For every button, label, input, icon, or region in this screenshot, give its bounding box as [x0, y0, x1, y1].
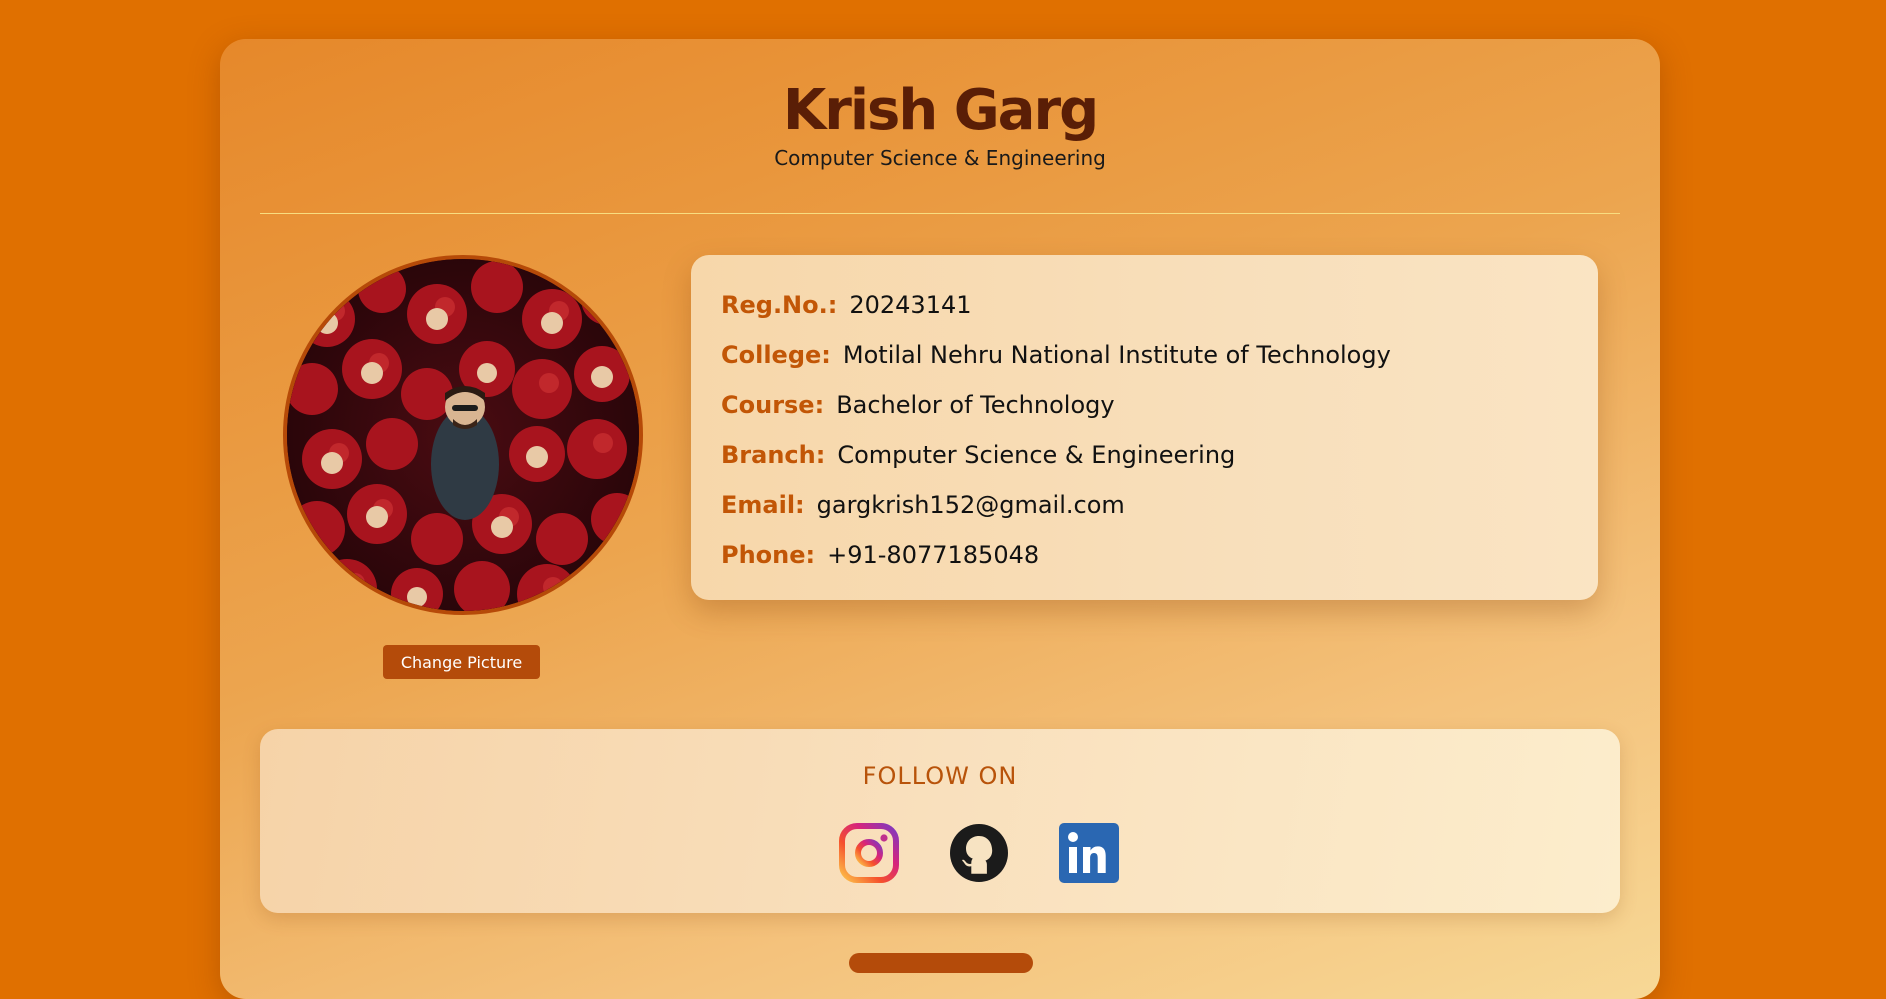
- github-icon: [950, 824, 1008, 882]
- profile-picture-image: [287, 259, 639, 611]
- info-value: gargkrish152@gmail.com: [816, 491, 1125, 519]
- info-row-phone: Phone: +91-8077185048: [721, 540, 1039, 570]
- bottom-button-partial[interactable]: [849, 953, 1033, 973]
- info-value: Motilal Nehru National Institute of Tech…: [842, 341, 1391, 369]
- info-label: Branch:: [721, 441, 826, 469]
- info-label: College:: [721, 341, 831, 369]
- info-label: Phone:: [721, 541, 816, 569]
- profile-subtitle: Computer Science & Engineering: [774, 146, 1106, 171]
- info-label: Course:: [721, 391, 825, 419]
- instagram-icon: [839, 823, 899, 883]
- instagram-link[interactable]: [839, 823, 899, 883]
- profile-card: Krish Garg Computer Science & Engineerin…: [220, 39, 1660, 999]
- profile-header: Krish Garg Computer Science & Engineerin…: [260, 77, 1620, 170]
- follow-section: FOLLOW ON: [260, 729, 1620, 913]
- profile-name: Krish Garg: [782, 78, 1099, 143]
- info-label: Email:: [721, 491, 805, 519]
- info-label: Reg.No.:: [721, 291, 838, 319]
- profile-picture: [283, 255, 643, 615]
- info-value: Bachelor of Technology: [836, 391, 1115, 419]
- info-value: 20243141: [849, 291, 972, 319]
- info-value: +91-8077185048: [827, 541, 1040, 569]
- info-row-email: Email: gargkrish152@gmail.com: [721, 490, 1125, 520]
- github-link[interactable]: [949, 823, 1009, 883]
- info-row-college: College: Motilal Nehru National Institute…: [721, 340, 1391, 370]
- info-row-branch: Branch: Computer Science & Engineering: [721, 440, 1235, 470]
- info-value: Computer Science & Engineering: [837, 441, 1236, 469]
- linkedin-link[interactable]: [1059, 823, 1119, 883]
- info-row-reg-no: Reg.No.: 20243141: [721, 290, 972, 320]
- linkedin-icon: [1059, 823, 1119, 883]
- change-picture-button[interactable]: Change Picture: [383, 645, 540, 679]
- follow-title: FOLLOW ON: [862, 762, 1018, 790]
- info-panel: Reg.No.: 20243141 College: Motilal Nehru N…: [691, 255, 1598, 600]
- header-divider: [260, 213, 1620, 214]
- info-row-course: Course: Bachelor of Technology: [721, 390, 1115, 420]
